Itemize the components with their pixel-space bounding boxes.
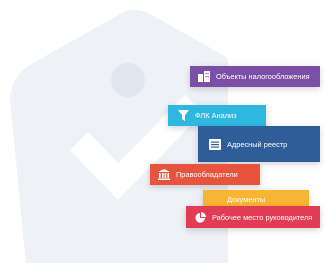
tile-label: ФЛК Анализ [195,111,237,120]
tile-manager-workspace[interactable]: Рабочее место руководителя [186,206,320,228]
funnel-icon [176,110,190,122]
tile-label: Правообладатели [176,170,238,179]
bank-icon [157,169,171,181]
house-window-circle [111,63,145,97]
tile-rights-holders[interactable]: Правообладатели [150,164,260,185]
pie-chart-icon [193,211,207,223]
list-icon [208,138,222,150]
tile-address-registry[interactable]: Адресный реестр [198,126,320,162]
buildings-icon [197,71,211,83]
tile-fpk-analysis[interactable]: ФЛК Анализ [168,105,266,126]
tile-label: Рабочее место руководителя [212,212,313,222]
tile-label: Объекты налогообложения [216,72,310,81]
tile-label: Документы [227,194,266,204]
tile-label: Адресный реестр [227,139,288,149]
tile-tax-objects[interactable]: Объекты налогообложения [190,66,320,87]
